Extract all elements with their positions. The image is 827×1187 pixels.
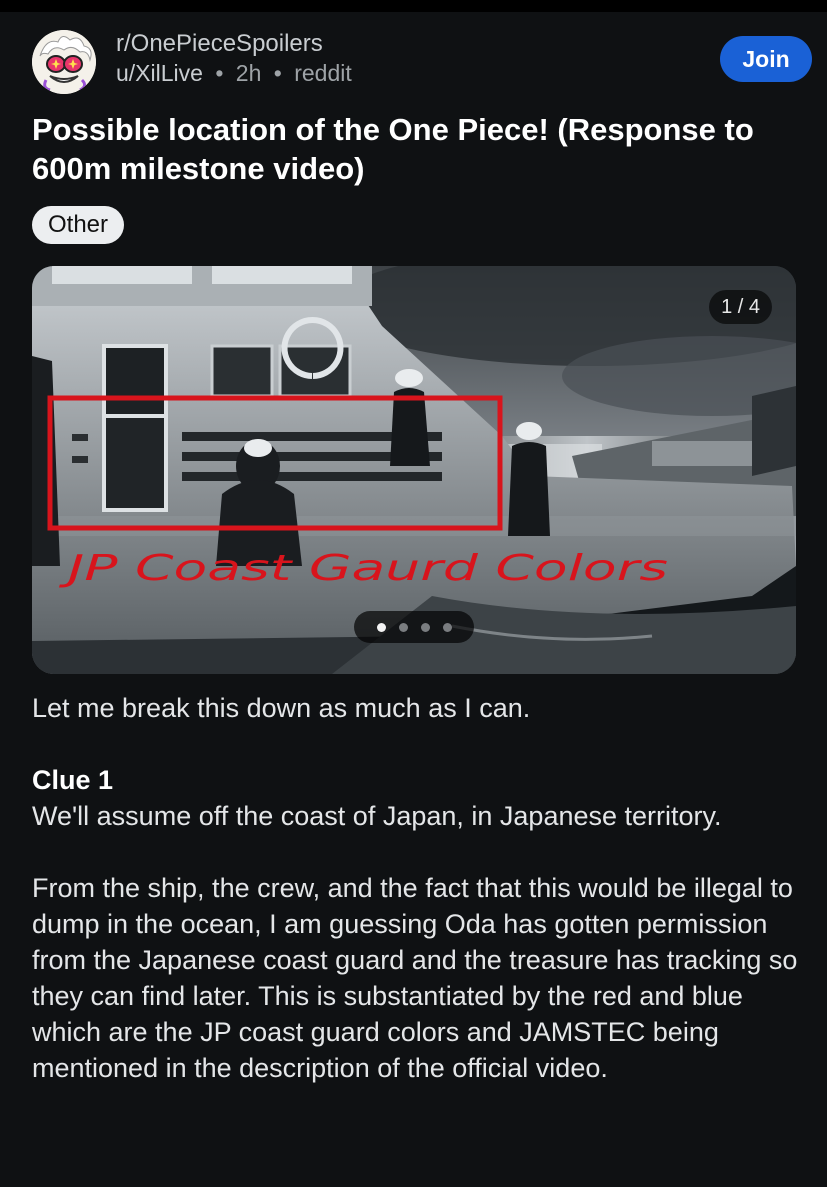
carousel-dot[interactable] [420,622,430,632]
post-flair[interactable]: Other [32,206,125,244]
image-carousel[interactable]: JP Coast Gaurd Colors 1 / 4 [32,266,796,674]
post-meta: u/XilLive • 2h • reddit [116,60,352,87]
subreddit-name[interactable]: r/OnePieceSpoilers [116,30,323,58]
post-body: Let me break this down as much as I can.… [32,690,802,1086]
post-age: 2h [235,60,262,86]
clue-heading: Clue 1 [32,765,114,795]
body-paragraph: From the ship, the crew, and the fact th… [32,873,798,1083]
carousel-dot[interactable] [442,622,452,632]
carousel-pagination[interactable] [354,611,474,643]
subreddit-avatar-image [32,30,96,94]
body-intro: Let me break this down as much as I can. [32,693,531,723]
carousel-dot[interactable] [376,622,386,632]
meta-separator: • [215,60,224,86]
author-username[interactable]: u/XilLive [116,60,203,86]
status-bar [0,0,827,12]
carousel-counter: 1 / 4 [709,290,772,324]
post-source: reddit [294,60,352,86]
post-title[interactable]: Possible location of the One Piece! (Res… [32,110,802,188]
clue-text: We'll assume off the coast of Japan, in … [32,801,722,831]
subreddit-avatar[interactable] [32,30,96,94]
image-annotation-text: JP Coast Gaurd Colors [59,548,668,589]
meta-separator: • [273,60,282,86]
carousel-dot[interactable] [398,622,408,632]
join-button[interactable]: Join [720,36,812,82]
